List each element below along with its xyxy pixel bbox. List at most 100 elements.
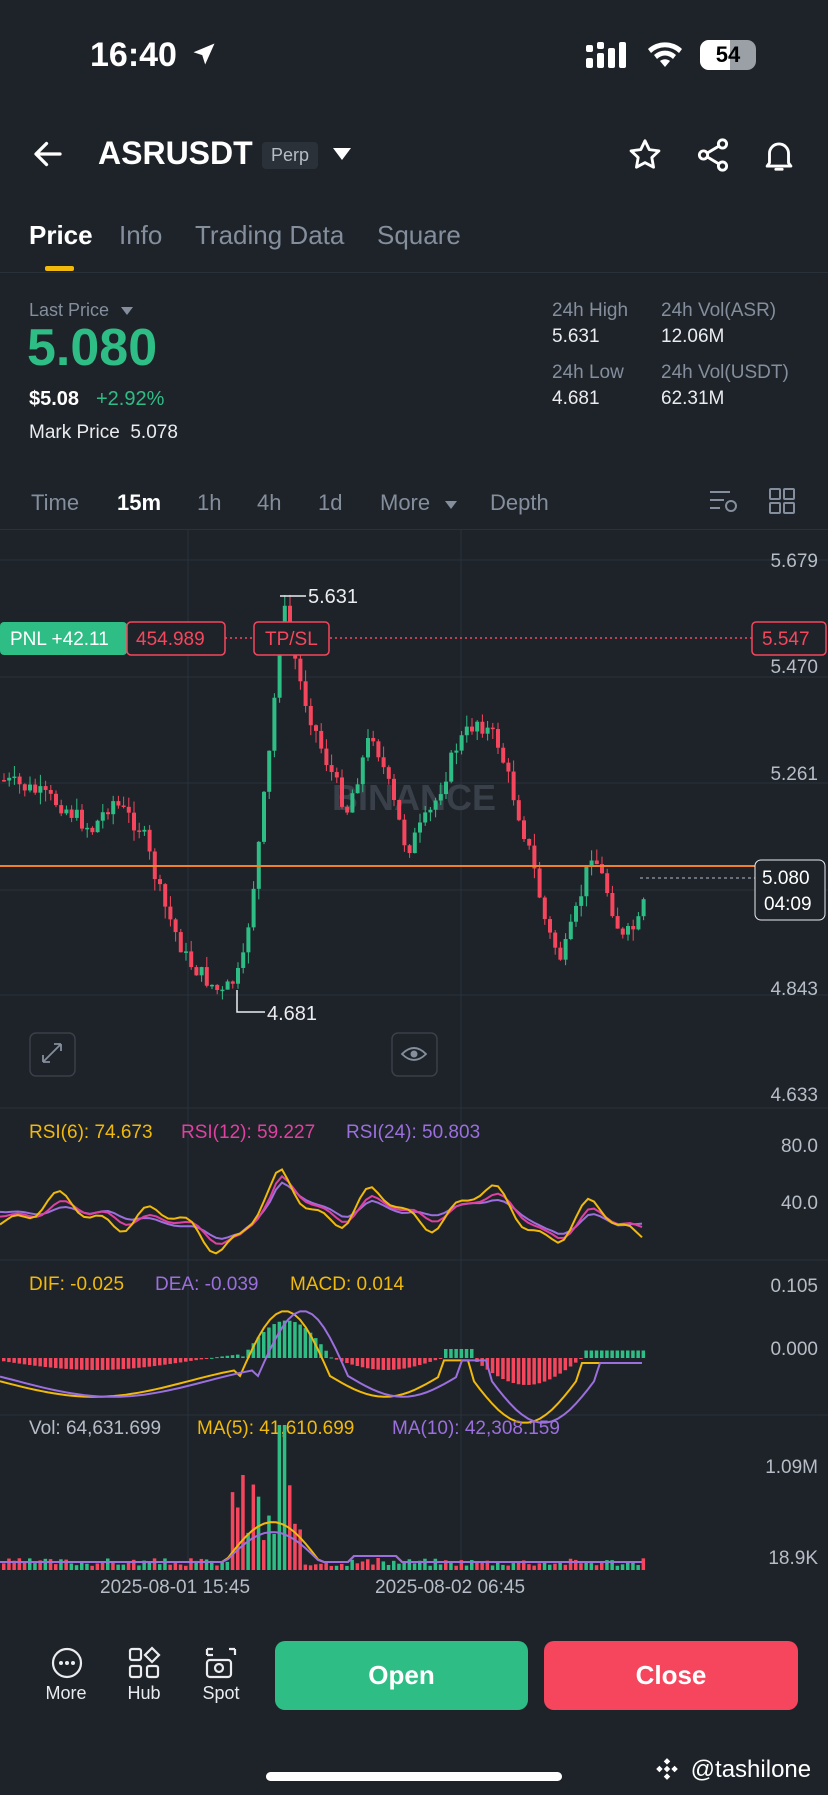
favorite-star-icon[interactable] [626,136,664,174]
candle [506,758,511,783]
macd-bar [28,1358,32,1366]
volume-bar [600,1562,604,1570]
volume-bar [48,1559,53,1570]
interval-more[interactable]: More [380,490,458,516]
candle [314,724,318,743]
rsi-axis-label: 40.0 [781,1193,818,1214]
candle [511,760,516,806]
volume-bar [553,1563,557,1570]
symbol-title[interactable]: ASRUSDT [98,135,253,172]
interval-15m[interactable]: 15m [117,490,161,516]
macd-bar [69,1358,74,1370]
candle [137,822,142,839]
candle [17,773,22,794]
close-button[interactable]: Close [544,1641,798,1710]
bell-icon[interactable] [760,135,798,175]
mark-price: Mark Price 5.078 [29,422,178,443]
macd-bar [490,1358,495,1374]
macd-bar [574,1358,578,1363]
candle [584,866,589,907]
candle [527,838,532,850]
interval-depth[interactable]: Depth [490,490,549,516]
fullscreen-button[interactable] [29,1032,76,1077]
volume-bar [563,1564,568,1570]
high-marker-label: 5.631 [308,586,358,608]
symbol-dropdown-icon[interactable] [331,146,353,162]
more-icon[interactable] [50,1646,84,1680]
hub-icon[interactable] [127,1646,161,1680]
macd-bar [85,1358,89,1370]
open-button[interactable]: Open [275,1641,528,1710]
volume-bar [475,1562,479,1570]
macd-bar [345,1358,349,1364]
interval-4h[interactable]: 4h [257,490,281,516]
price-axis-label: 4.633 [770,1085,818,1106]
low-marker-label: 4.681 [267,1003,317,1025]
macd-bar [589,1350,594,1358]
macd-bar [553,1358,557,1377]
candle [568,914,573,941]
candle [626,922,630,941]
volume-ma-line [0,1521,642,1563]
volume-bar [433,1558,438,1570]
macd-bar [610,1350,614,1358]
volume-bar [28,1558,32,1570]
bottom-more[interactable]: More [31,1683,101,1704]
tab-price[interactable]: Price [29,220,93,251]
candle [178,928,183,953]
low-value: 4.681 [552,388,600,409]
candle [589,850,594,876]
candle [28,776,32,793]
tpsl-label: TP/SL [265,629,318,650]
volume-bar [282,1425,287,1570]
candle [459,730,464,755]
volume-bar [355,1563,360,1570]
indicator-settings-icon[interactable] [708,487,740,515]
volume-bar [334,1565,339,1570]
candle [225,979,230,990]
candle [324,739,329,772]
volume-bar [428,1565,432,1570]
tab-info[interactable]: Info [119,220,162,251]
volume-bar [303,1564,308,1570]
bottom-hub[interactable]: Hub [109,1683,179,1704]
back-arrow-icon[interactable] [30,136,66,172]
candle [173,917,178,942]
spot-icon[interactable] [204,1646,238,1680]
candle [501,743,506,764]
volume-bar [116,1564,120,1570]
interval-1d[interactable]: 1d [318,490,342,516]
candle [262,791,266,845]
macd-bar [641,1350,646,1358]
tab-square[interactable]: Square [377,220,461,251]
share-icon[interactable] [694,136,732,174]
macd-bar [605,1350,609,1358]
home-indicator[interactable] [266,1772,562,1781]
candle [64,805,69,816]
macd-bar [386,1358,391,1370]
volume-bar [54,1564,58,1570]
interval-1h[interactable]: 1h [197,490,221,516]
macd-bar [527,1358,531,1385]
candle [220,986,225,1000]
candle [152,848,157,891]
interval-time[interactable]: Time [31,490,79,516]
volume-bar [277,1425,282,1570]
candle [371,730,376,747]
candle [184,942,188,961]
candle [480,714,485,738]
macd-bar [126,1358,131,1369]
tab-trading-data[interactable]: Trading Data [195,220,344,251]
macd-bar [631,1350,635,1358]
kline-chart[interactable]: BINANCE 5.631 4.681 PNL +42.11 454.989 T… [0,530,828,1570]
volume-ma-line [0,1531,642,1563]
candle [147,825,152,860]
macd-bar [381,1358,386,1370]
volume-bar [329,1565,334,1570]
layout-grid-icon[interactable] [768,487,796,515]
bottom-spot[interactable]: Spot [186,1683,256,1704]
volume-bar [95,1563,100,1570]
candle [340,769,344,809]
candle [542,895,547,925]
macd-bar [594,1350,599,1358]
